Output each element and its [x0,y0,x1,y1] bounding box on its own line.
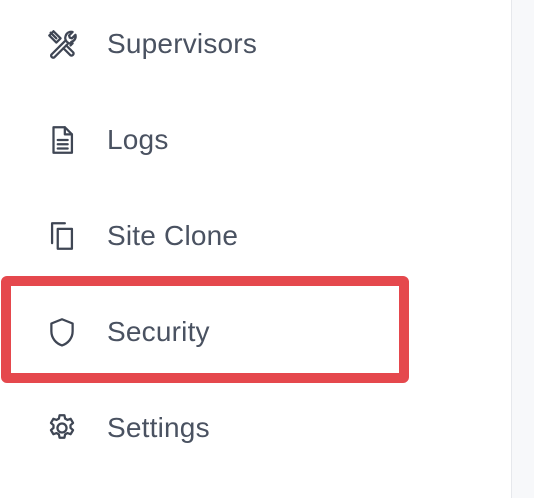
sidebar-nav: Supervisors Logs Site Clone Security Set… [0,0,511,498]
sidebar-item-label: Logs [107,124,169,155]
sidebar-item-label: Supervisors [107,28,258,59]
shield-icon [44,314,80,350]
sidebar-item-settings[interactable]: Settings [0,398,420,458]
sidebar-item-logs[interactable]: Logs [0,110,420,170]
page: Supervisors Logs Site Clone Security Set… [0,0,534,498]
sidebar-item-security[interactable]: Security [0,302,420,362]
tools-icon [44,26,80,62]
gear-icon [44,410,80,446]
sidebar-item-label: Security [107,316,210,347]
sidebar-item-supervisors[interactable]: Supervisors [0,14,420,74]
sidebar-item-site-clone[interactable]: Site Clone [0,206,420,266]
content-area-edge [511,0,534,498]
copy-icon [44,218,80,254]
document-icon [44,122,80,158]
sidebar-item-label: Site Clone [107,220,239,251]
sidebar-item-label: Settings [107,412,210,443]
